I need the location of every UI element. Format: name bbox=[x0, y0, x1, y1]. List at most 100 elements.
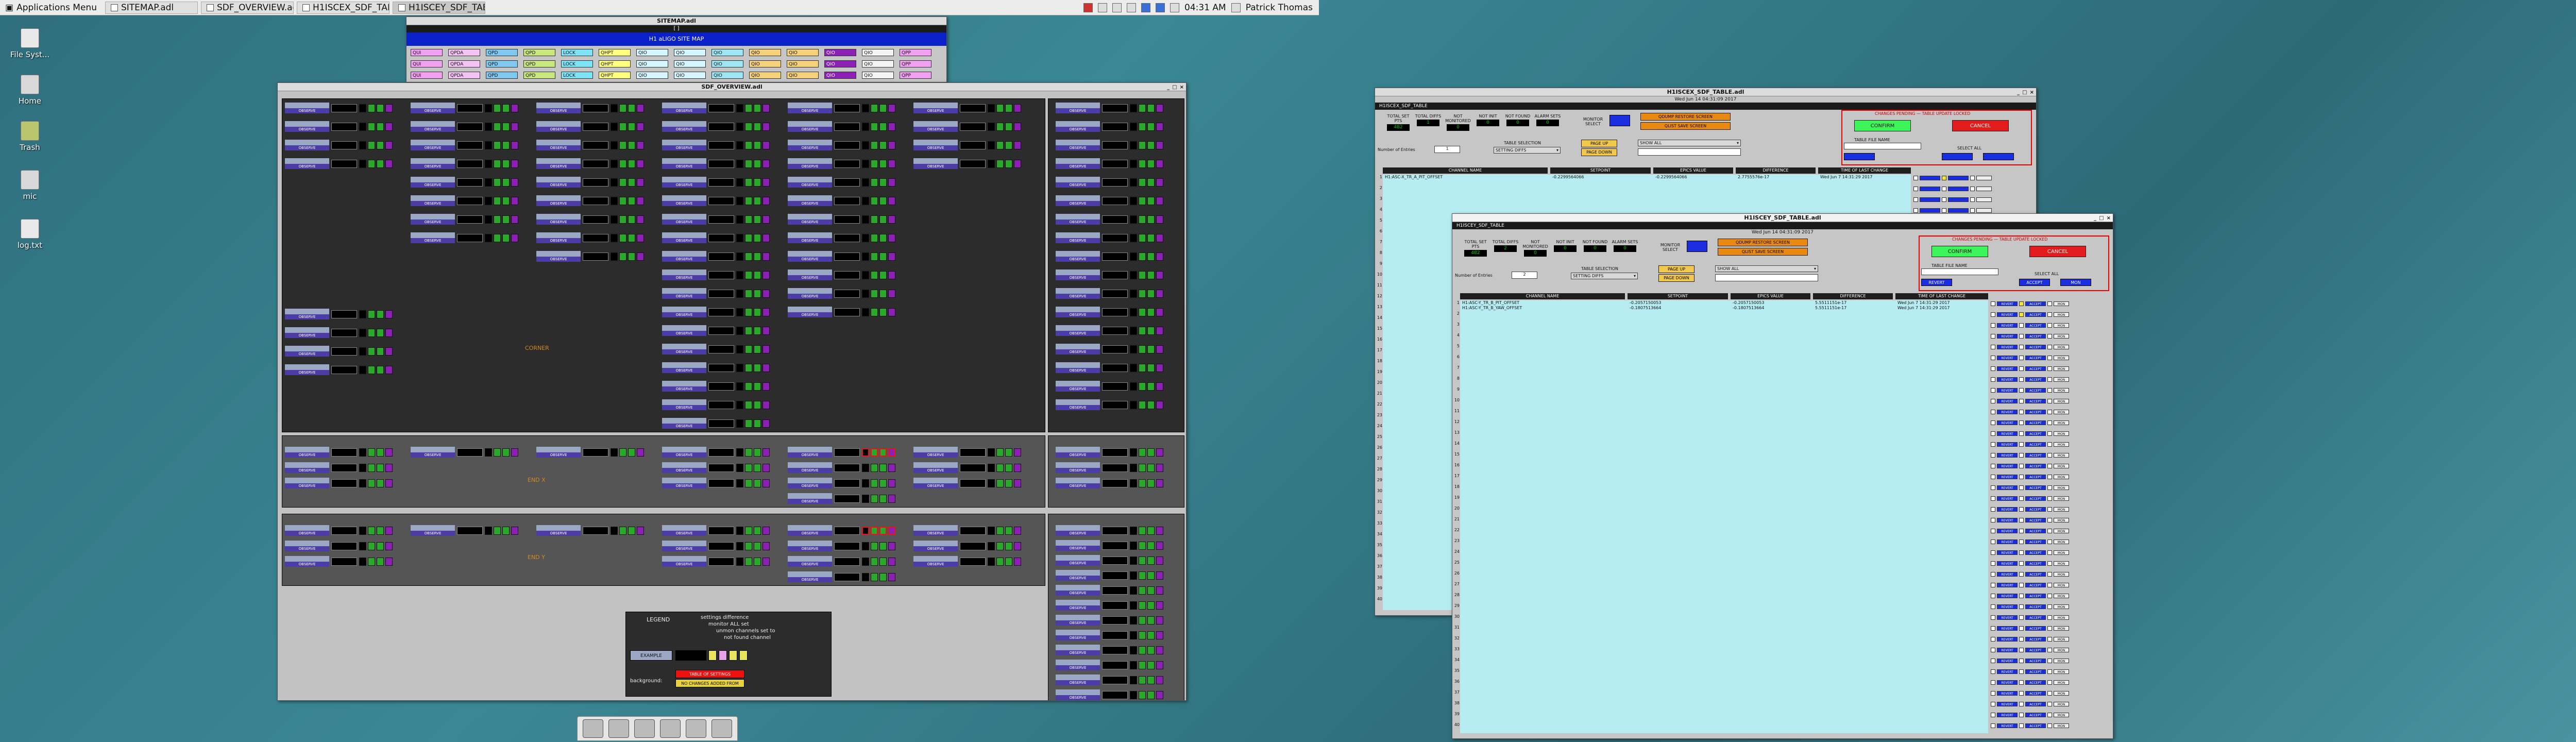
row-chk-button[interactable] bbox=[2047, 691, 2052, 696]
row-chk-button[interactable] bbox=[1991, 345, 1995, 349]
sitemap-button[interactable]: QIO bbox=[824, 60, 856, 68]
row-chk-button[interactable] bbox=[1991, 550, 1995, 555]
model-name-button[interactable] bbox=[662, 418, 706, 424]
row-accept-button[interactable]: ACCEPT bbox=[2025, 550, 2046, 555]
model-name-button[interactable] bbox=[662, 462, 706, 468]
row-revert-button[interactable]: REVERT bbox=[1997, 323, 2018, 328]
model-name-button[interactable] bbox=[662, 195, 706, 201]
row-accept-button[interactable]: ACCEPT bbox=[2025, 572, 2046, 577]
row-mon-button[interactable]: MON bbox=[2054, 475, 2069, 479]
row-revert-button[interactable]: REVERT bbox=[1997, 723, 2018, 728]
sdf-model-cell[interactable]: OBSERVE bbox=[285, 556, 398, 567]
terminal-icon[interactable] bbox=[608, 719, 629, 738]
row-mon-button[interactable]: MON bbox=[2054, 637, 2069, 642]
model-name-button[interactable] bbox=[662, 344, 706, 349]
model-name-button[interactable] bbox=[536, 251, 581, 257]
row-chk-button[interactable] bbox=[1991, 496, 1995, 501]
row-chk-button[interactable] bbox=[2019, 669, 2024, 674]
row-accept-button[interactable]: ACCEPT bbox=[2025, 475, 2046, 479]
row-chk-button[interactable] bbox=[2047, 626, 2052, 631]
model-name-button[interactable] bbox=[1056, 251, 1100, 257]
model-name-button[interactable] bbox=[913, 556, 958, 562]
sdf-model-cell[interactable]: OBSERVE bbox=[788, 158, 901, 170]
row-chk-button[interactable] bbox=[1991, 615, 1995, 620]
model-name-button[interactable] bbox=[536, 103, 581, 108]
row-accept-button[interactable] bbox=[1948, 187, 1969, 191]
row-mon-button[interactable]: MON bbox=[2054, 561, 2069, 566]
row-chk-button[interactable] bbox=[2019, 518, 2024, 522]
row-chk-button[interactable] bbox=[2047, 496, 2052, 501]
model-name-button[interactable] bbox=[913, 103, 958, 108]
select-all-accept-button[interactable]: ACCEPT bbox=[2019, 279, 2050, 286]
row-chk-button[interactable] bbox=[2019, 420, 2024, 425]
sdf-model-cell[interactable]: OBSERVE bbox=[662, 362, 775, 374]
row-chk-button[interactable] bbox=[2019, 410, 2024, 414]
table-filter-input[interactable] bbox=[1638, 148, 1741, 156]
row-chk-button[interactable] bbox=[2047, 604, 2052, 609]
row-revert-button[interactable]: REVERT bbox=[1997, 604, 2018, 609]
row-revert-button[interactable] bbox=[1920, 208, 1940, 213]
model-name-button[interactable] bbox=[1056, 689, 1100, 695]
model-name-button[interactable] bbox=[662, 121, 706, 127]
row-chk-button[interactable] bbox=[1991, 410, 1995, 414]
model-name-button[interactable] bbox=[536, 177, 581, 182]
tray-window-icon[interactable] bbox=[1098, 3, 1108, 12]
sdf-model-cell[interactable]: OBSERVE bbox=[662, 399, 775, 411]
sitemap-button[interactable]: LOCK bbox=[561, 60, 593, 68]
iscex-titlebar[interactable]: H1ISCEX_SDF_TABLE.adl _ □ × bbox=[1375, 88, 2036, 96]
row-chk-button[interactable] bbox=[2019, 464, 2024, 468]
row-revert-button[interactable]: REVERT bbox=[1997, 529, 2018, 533]
row-chk-button[interactable] bbox=[2019, 583, 2024, 587]
maximize-icon[interactable]: □ bbox=[1172, 83, 1177, 91]
row-mon-button[interactable]: MON bbox=[2054, 464, 2069, 468]
model-name-button[interactable] bbox=[1056, 630, 1100, 635]
row-revert-button[interactable]: REVERT bbox=[1997, 572, 2018, 577]
row-chk-button[interactable] bbox=[1991, 301, 1995, 306]
row-mon-button[interactable]: MON bbox=[2054, 399, 2069, 403]
tray-workspace-icon[interactable] bbox=[1141, 3, 1151, 12]
row-chk-button[interactable] bbox=[2019, 334, 2024, 339]
row-mon-button[interactable] bbox=[1976, 197, 1992, 202]
model-name-button[interactable] bbox=[411, 232, 455, 238]
model-name-button[interactable] bbox=[662, 381, 706, 386]
sdf-model-cell[interactable]: OBSERVE bbox=[1056, 214, 1169, 225]
row-accept-button[interactable]: ACCEPT bbox=[2025, 442, 2046, 447]
sitemap-button[interactable]: QPDA bbox=[448, 72, 480, 79]
row-mon-button[interactable]: MON bbox=[2054, 691, 2069, 696]
sdf-model-cell[interactable]: OBSERVE bbox=[411, 447, 524, 458]
row-revert-button[interactable]: REVERT bbox=[1997, 669, 2018, 674]
qlist-save-button[interactable]: QLIST SAVE SCREEN bbox=[1718, 248, 1808, 256]
row-revert-button[interactable]: REVERT bbox=[1997, 345, 2018, 349]
row-accept-button[interactable]: ACCEPT bbox=[2025, 648, 2046, 652]
row-chk-button[interactable] bbox=[2019, 377, 2024, 382]
row-accept-button[interactable]: ACCEPT bbox=[2025, 561, 2046, 566]
sitemap-button[interactable]: QHPT bbox=[599, 60, 631, 68]
row-accept-button[interactable]: ACCEPT bbox=[2025, 377, 2046, 382]
row-mon-button[interactable]: MON bbox=[2054, 356, 2069, 360]
model-name-button[interactable] bbox=[788, 478, 832, 483]
sdf-model-cell[interactable]: OBSERVE bbox=[662, 541, 775, 552]
row-mon-button[interactable]: MON bbox=[2054, 648, 2069, 652]
sitemap-button[interactable]: QPP bbox=[900, 72, 931, 79]
maximize-icon[interactable]: □ bbox=[2099, 214, 2104, 222]
row-chk-button[interactable] bbox=[2019, 507, 2024, 512]
sdf-model-cell[interactable]: OBSERVE bbox=[285, 309, 398, 320]
row-chk-button[interactable] bbox=[2047, 723, 2052, 728]
sdf-model-cell[interactable]: OBSERVE bbox=[1056, 645, 1169, 656]
row-revert-button[interactable]: REVERT bbox=[1997, 431, 2018, 436]
row-chk-button[interactable] bbox=[2019, 323, 2024, 328]
model-name-button[interactable] bbox=[285, 364, 329, 370]
row-chk-button[interactable] bbox=[1991, 572, 1995, 577]
row-mon-button[interactable]: MON bbox=[2054, 334, 2069, 339]
sdf-model-cell[interactable]: OBSERVE bbox=[913, 462, 1027, 474]
row-accept-button[interactable]: ACCEPT bbox=[2025, 518, 2046, 522]
model-name-button[interactable] bbox=[285, 447, 329, 452]
sdf-model-cell[interactable]: OBSERVE bbox=[536, 158, 650, 170]
row-chk-button[interactable] bbox=[2047, 648, 2052, 652]
page-down-button[interactable]: PAGE DOWN bbox=[1581, 148, 1617, 156]
sitemap-button[interactable]: QIO bbox=[862, 49, 894, 56]
row-chk-button[interactable] bbox=[2019, 615, 2024, 620]
row-chk-button[interactable] bbox=[1970, 176, 1975, 180]
row-mon-button[interactable]: MON bbox=[2054, 626, 2069, 631]
row-accept-button[interactable]: ACCEPT bbox=[2025, 420, 2046, 425]
